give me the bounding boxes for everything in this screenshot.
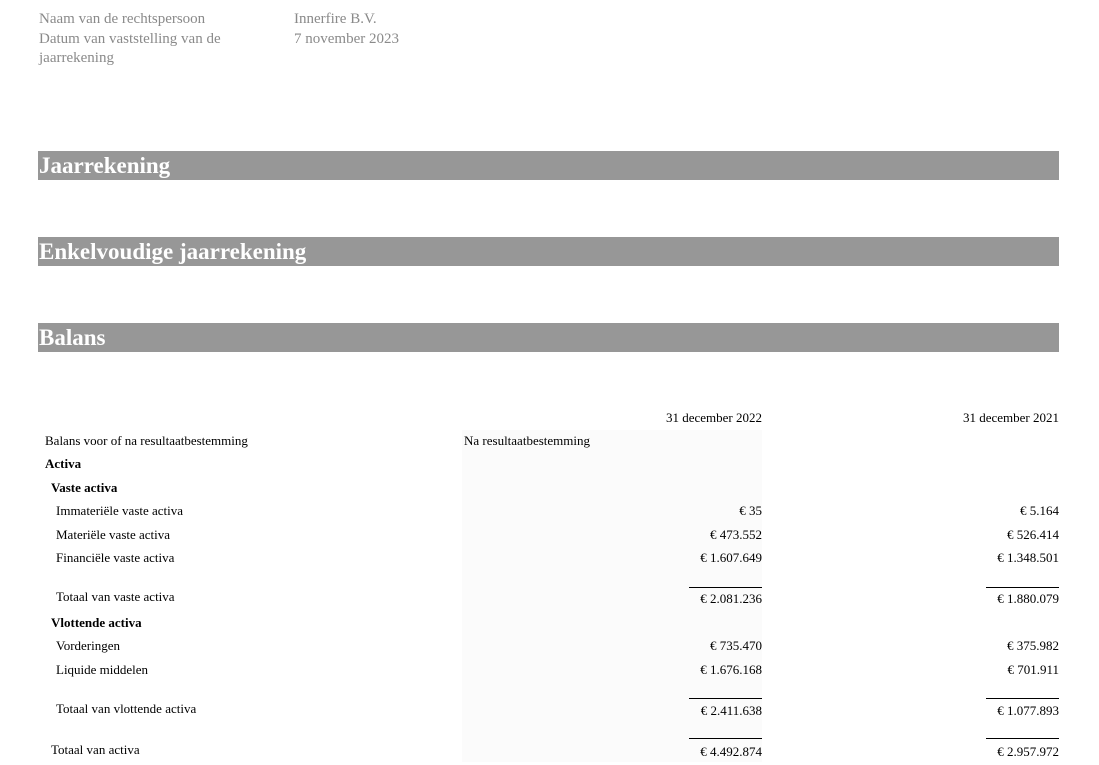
grand-total-value-2021: € 2.957.972 — [997, 744, 1059, 759]
meta-row-name: Naam van de rechtspersoon Innerfire B.V. — [39, 10, 399, 30]
grand-total-value-2022: € 4.492.874 — [700, 744, 762, 759]
total-value-2021: € 1.077.893 — [997, 703, 1059, 718]
row-value-2021: € 5.164 — [1020, 503, 1059, 518]
subtotal-rule — [689, 587, 762, 588]
heading-enkelvoudige-jaarrekening: Enkelvoudige jaarrekening — [38, 237, 1059, 266]
row-label: Liquide middelen — [56, 662, 149, 677]
total-value-2022: € 2.081.236 — [700, 591, 762, 606]
column-header-2022: 31 december 2022 — [665, 410, 762, 425]
grand-total-rule — [689, 738, 762, 739]
row-value-2021: € 1.348.501 — [997, 550, 1059, 565]
meta-value: Innerfire B.V. — [294, 11, 377, 27]
row-label: Financiële vaste activa — [56, 550, 175, 565]
row-value-2022: € 473.552 — [710, 527, 762, 542]
heading-jaarrekening: Jaarrekening — [38, 151, 1059, 180]
section-activa: Activa — [45, 456, 82, 471]
subtotal-rule — [986, 698, 1059, 699]
total-value-2021: € 1.880.079 — [997, 591, 1059, 606]
meta-row-date: Datum van vaststelling van de jaarrekeni… — [39, 30, 399, 69]
section-vlottende-activa: Vlottende activa — [51, 615, 142, 630]
total-value-2022: € 2.411.638 — [700, 703, 762, 718]
meta-label: Datum van vaststelling van de jaarrekeni… — [39, 30, 221, 67]
row-value-2021: € 526.414 — [1007, 527, 1059, 542]
total-label: Totaal van vaste activa — [56, 589, 175, 604]
row-label: Immateriële vaste activa — [56, 503, 184, 518]
heading-balans: Balans — [38, 323, 1059, 352]
row-value-2022: € 1.607.649 — [700, 550, 762, 565]
row-value-2021: € 375.982 — [1007, 638, 1059, 653]
document-meta: Naam van de rechtspersoon Innerfire B.V.… — [39, 10, 399, 69]
basis-value: Na resultaatbestemming — [464, 433, 590, 448]
column-header-2021: 31 december 2021 — [962, 410, 1059, 425]
total-label: Totaal van vlottende activa — [56, 701, 197, 716]
row-value-2022: € 1.676.168 — [700, 662, 762, 677]
row-value-2022: € 735.470 — [710, 638, 762, 653]
section-vaste-activa: Vaste activa — [51, 480, 118, 495]
grand-total-label: Totaal van activa — [51, 742, 140, 757]
subtotal-rule — [986, 587, 1059, 588]
row-value-2021: € 701.911 — [1007, 662, 1059, 677]
basis-label: Balans voor of na resultaatbestemming — [45, 433, 248, 448]
meta-label: Naam van de rechtspersoon — [39, 11, 206, 27]
row-label: Vorderingen — [56, 638, 121, 653]
row-value-2022: € 35 — [739, 503, 762, 518]
meta-value: 7 november 2023 — [294, 30, 399, 47]
subtotal-rule — [689, 698, 762, 699]
grand-total-rule — [986, 738, 1059, 739]
row-label: Materiële vaste activa — [56, 527, 171, 542]
